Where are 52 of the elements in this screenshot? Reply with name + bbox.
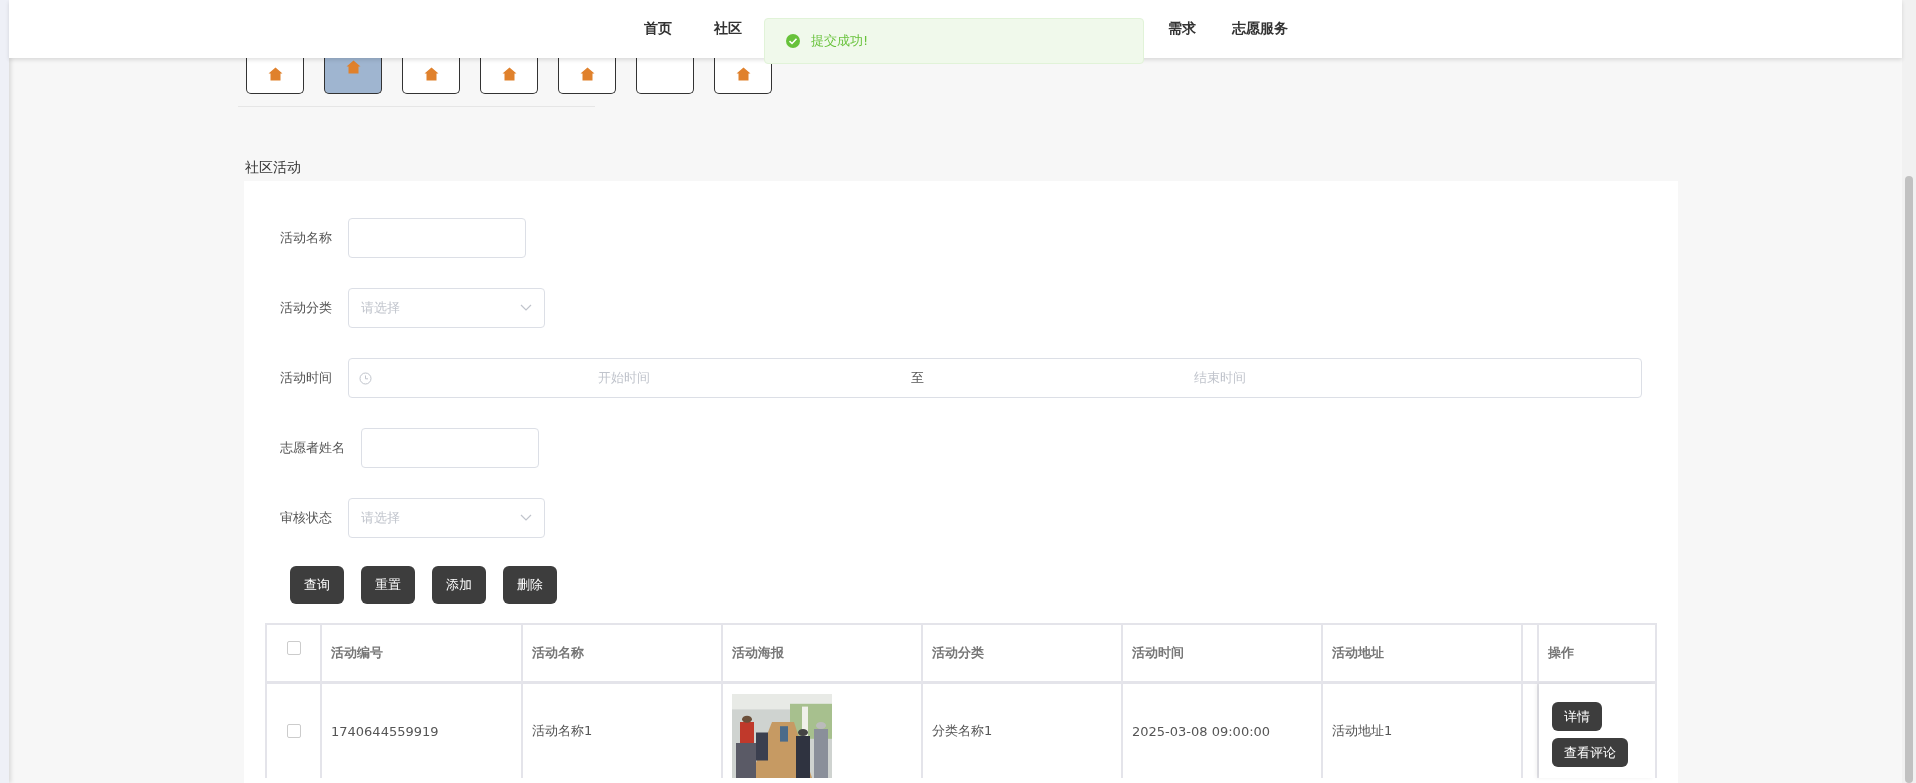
category-tile[interactable] xyxy=(324,58,382,94)
select-all-checkbox[interactable] xyxy=(286,641,301,655)
column-header: 操作 xyxy=(1547,644,1575,662)
field-label: 活动分类 xyxy=(280,299,332,317)
field-label: 审核状态 xyxy=(280,509,332,527)
column-header: 活动海报 xyxy=(723,625,923,681)
action-button[interactable]: 添加 xyxy=(432,566,486,604)
date-range-field[interactable]: 开始时间 至 结束时间 xyxy=(348,358,1642,398)
row-action-button[interactable]: 查看评论 xyxy=(1552,738,1628,767)
section-title: 社区活动 xyxy=(245,159,302,177)
select-placeholder: 请选择 xyxy=(361,509,400,527)
clock-icon xyxy=(359,371,372,385)
nav-link[interactable]: 首页 xyxy=(644,20,672,38)
table-cell: 活动地址1 xyxy=(1323,684,1523,778)
start-date-placeholder: 开始时间 xyxy=(598,369,651,387)
action-button[interactable]: 重置 xyxy=(361,566,415,604)
category-tile[interactable] xyxy=(714,58,772,94)
category-tile[interactable] xyxy=(636,58,694,94)
table-cell: 活动名称1 xyxy=(523,684,723,778)
row-checkbox[interactable] xyxy=(286,724,301,738)
nav-link[interactable]: 志愿服务 xyxy=(1232,20,1288,38)
nav-link[interactable]: 需求 xyxy=(1168,20,1196,38)
category-tile[interactable] xyxy=(402,58,460,94)
chevron-down-icon xyxy=(520,304,532,312)
end-date-placeholder: 结束时间 xyxy=(1194,369,1246,387)
table-cell: 2025-03-08 09:00:00 xyxy=(1123,684,1323,778)
chevron-down-icon xyxy=(520,514,532,522)
table-cell: 1740644559919 xyxy=(322,684,523,778)
text-field[interactable] xyxy=(348,218,526,258)
field-label: 志愿者姓名 xyxy=(280,439,345,457)
category-tile[interactable] xyxy=(480,58,538,94)
select-placeholder: 请选择 xyxy=(361,299,400,317)
field-label: 活动名称 xyxy=(280,229,332,247)
action-button[interactable]: 查询 xyxy=(290,566,344,604)
category-tile[interactable] xyxy=(558,58,616,94)
range-separator: 至 xyxy=(911,369,924,387)
success-icon xyxy=(785,33,801,49)
scrollbar[interactable] xyxy=(1902,0,1916,783)
category-tile[interactable] xyxy=(246,58,304,94)
column-header: 活动名称 xyxy=(523,625,723,681)
column-header: 活动地址 xyxy=(1323,625,1523,681)
row-action-button[interactable]: 详情 xyxy=(1552,702,1602,731)
nav-link[interactable]: 社区 xyxy=(714,20,742,38)
column-header: 活动分类 xyxy=(923,625,1123,681)
table-cell: 分类名称1 xyxy=(923,684,1123,778)
scrollbar-thumb[interactable] xyxy=(1905,176,1913,783)
action-button[interactable]: 删除 xyxy=(503,566,557,604)
toast-message: 提交成功! xyxy=(811,32,869,50)
column-header: 活动编号 xyxy=(322,625,523,681)
field-label: 活动时间 xyxy=(280,369,332,387)
text-field[interactable] xyxy=(361,428,539,468)
column-header: 活动时间 xyxy=(1123,625,1323,681)
